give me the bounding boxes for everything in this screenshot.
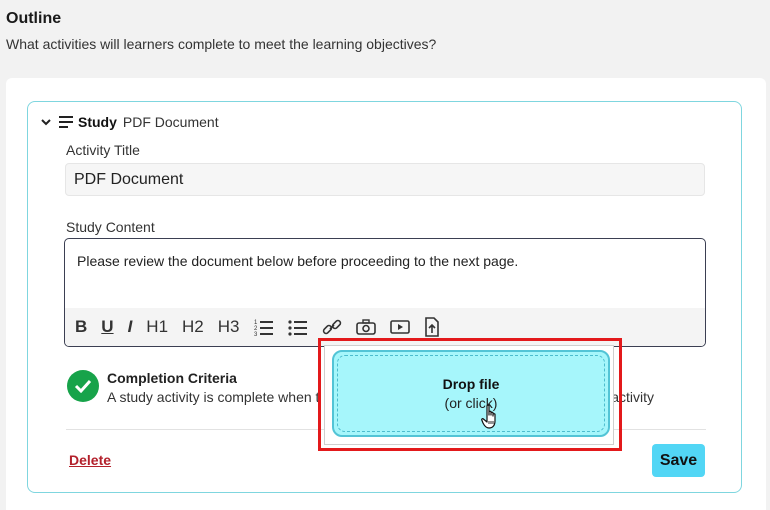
hand-pointer-icon — [481, 404, 501, 430]
bold-button[interactable]: B — [75, 315, 87, 339]
activity-title-input[interactable] — [65, 163, 705, 196]
delete-link[interactable]: Delete — [69, 452, 111, 468]
save-button[interactable]: Save — [652, 444, 705, 477]
text-lines-icon — [58, 114, 74, 130]
ordered-list-icon[interactable]: 123 — [254, 315, 274, 339]
completion-criteria-title: Completion Criteria — [107, 370, 237, 386]
h3-button[interactable]: H3 — [218, 315, 240, 339]
drop-zone-title: Drop file — [442, 376, 500, 392]
chevron-down-icon[interactable] — [38, 114, 54, 130]
activity-header[interactable]: Study PDF Document — [38, 112, 219, 132]
file-upload-icon[interactable] — [424, 315, 440, 339]
outline-subtitle: What activities will learners complete t… — [6, 36, 437, 52]
study-content-label: Study Content — [66, 219, 155, 235]
camera-icon[interactable] — [355, 315, 376, 339]
underline-button[interactable]: U — [101, 315, 113, 339]
italic-button[interactable]: I — [128, 315, 133, 339]
svg-text:3: 3 — [254, 332, 258, 336]
file-drop-zone[interactable]: Drop file (or click) — [332, 350, 610, 437]
video-icon[interactable] — [389, 315, 410, 339]
bullet-list-icon[interactable] — [287, 315, 308, 339]
h1-button[interactable]: H1 — [146, 315, 168, 339]
h2-button[interactable]: H2 — [182, 315, 204, 339]
completion-check-icon — [67, 370, 99, 402]
editor-toolbar: B U I H1 H2 H3 123 — [65, 308, 705, 346]
activity-type-name: PDF Document — [122, 114, 219, 130]
editor-text[interactable]: Please review the document below before … — [77, 253, 518, 269]
study-content-editor[interactable]: Please review the document below before … — [64, 238, 706, 347]
link-icon[interactable] — [322, 315, 342, 339]
criteria-text-start: A study activity is complete when t — [107, 389, 320, 405]
activity-title-label: Activity Title — [66, 142, 140, 158]
outline-title: Outline — [6, 10, 62, 27]
activity-type-label: Study — [78, 114, 117, 130]
